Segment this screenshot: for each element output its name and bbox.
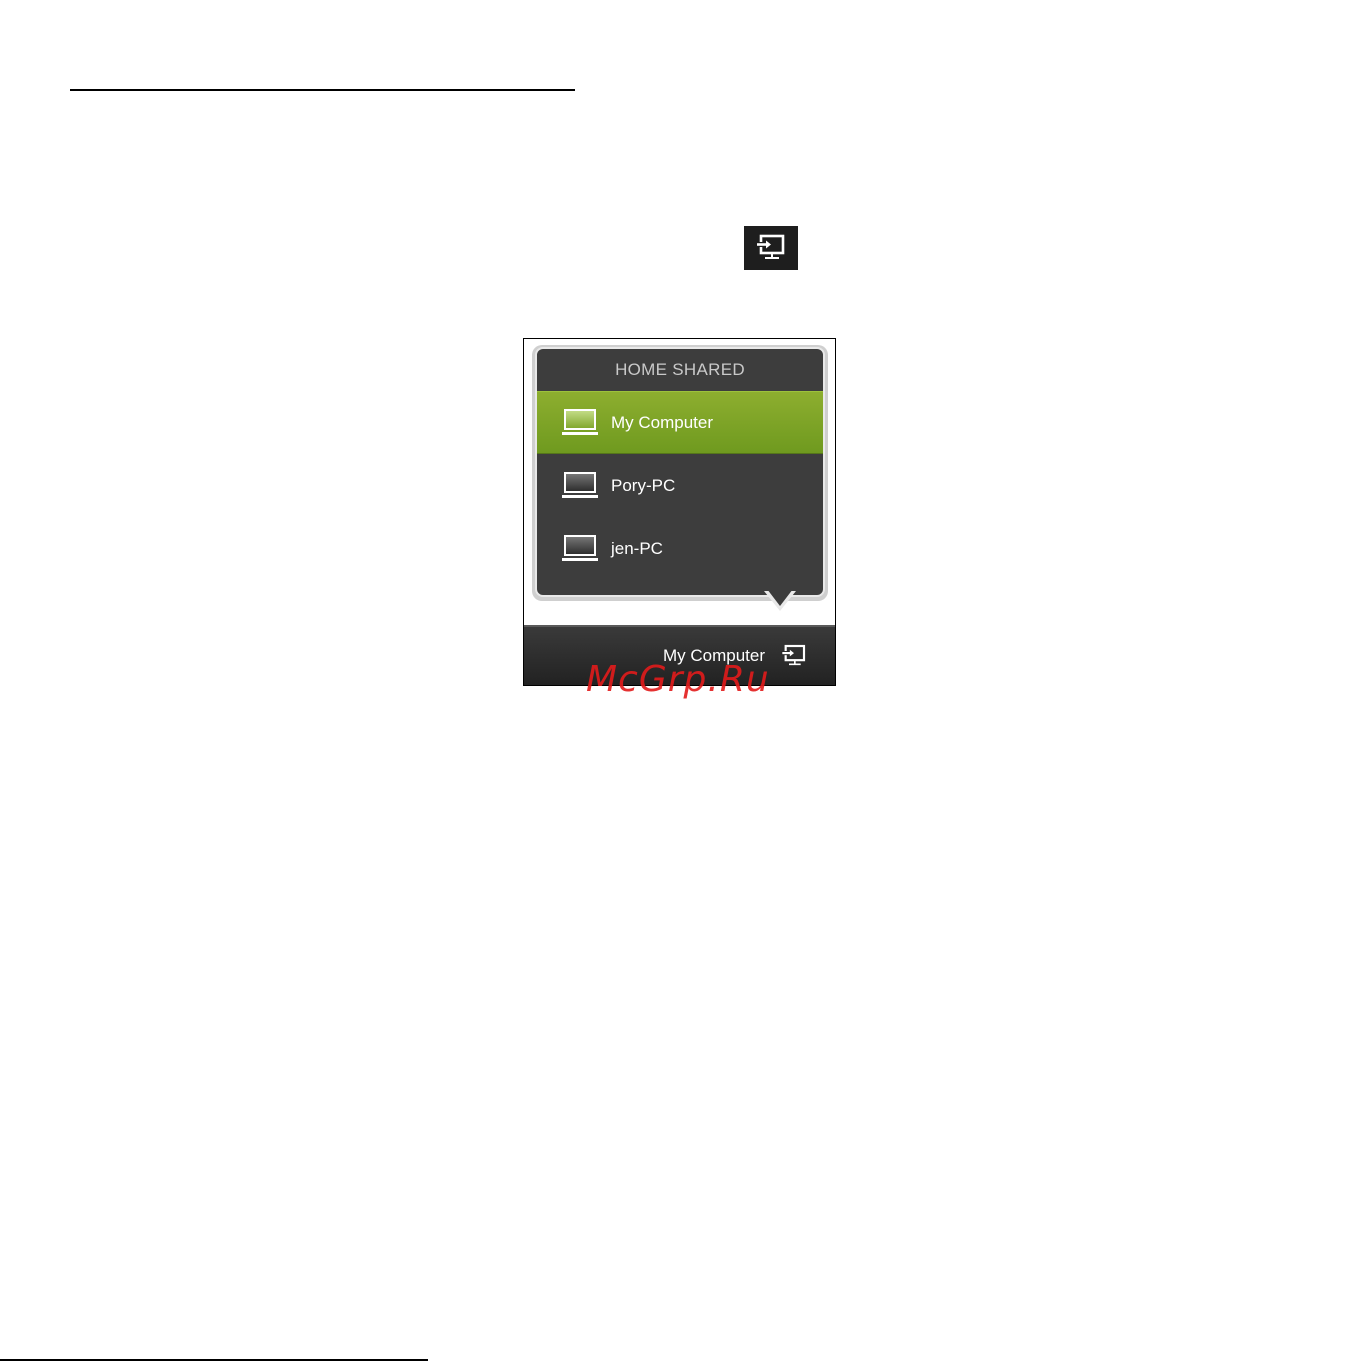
laptop-icon [561, 408, 599, 438]
laptop-icon [561, 534, 599, 564]
device-item-my-computer[interactable]: My Computer [537, 391, 823, 454]
manual-page: HOME SHARED My Computer Pory-PC jen-PC M… [0, 0, 1361, 1361]
top-divider [70, 89, 575, 91]
laptop-icon [561, 471, 599, 501]
device-item-pory-pc[interactable]: Pory-PC [537, 454, 823, 517]
device-label: Pory-PC [611, 475, 676, 495]
play-to-screenshot: HOME SHARED My Computer Pory-PC jen-PC M… [523, 338, 836, 686]
play-to-icon [755, 234, 785, 259]
play-to-button[interactable] [744, 226, 798, 270]
device-item-jen-pc[interactable]: jen-PC [537, 517, 823, 580]
device-label: jen-PC [611, 538, 663, 558]
device-popup: HOME SHARED My Computer Pory-PC jen-PC [535, 347, 825, 597]
play-to-icon[interactable] [779, 643, 809, 669]
device-label: My Computer [611, 412, 714, 432]
popup-header: HOME SHARED [615, 360, 745, 379]
watermark: McGrp.Ru [586, 659, 770, 700]
popup-pointer-inner [767, 589, 793, 606]
